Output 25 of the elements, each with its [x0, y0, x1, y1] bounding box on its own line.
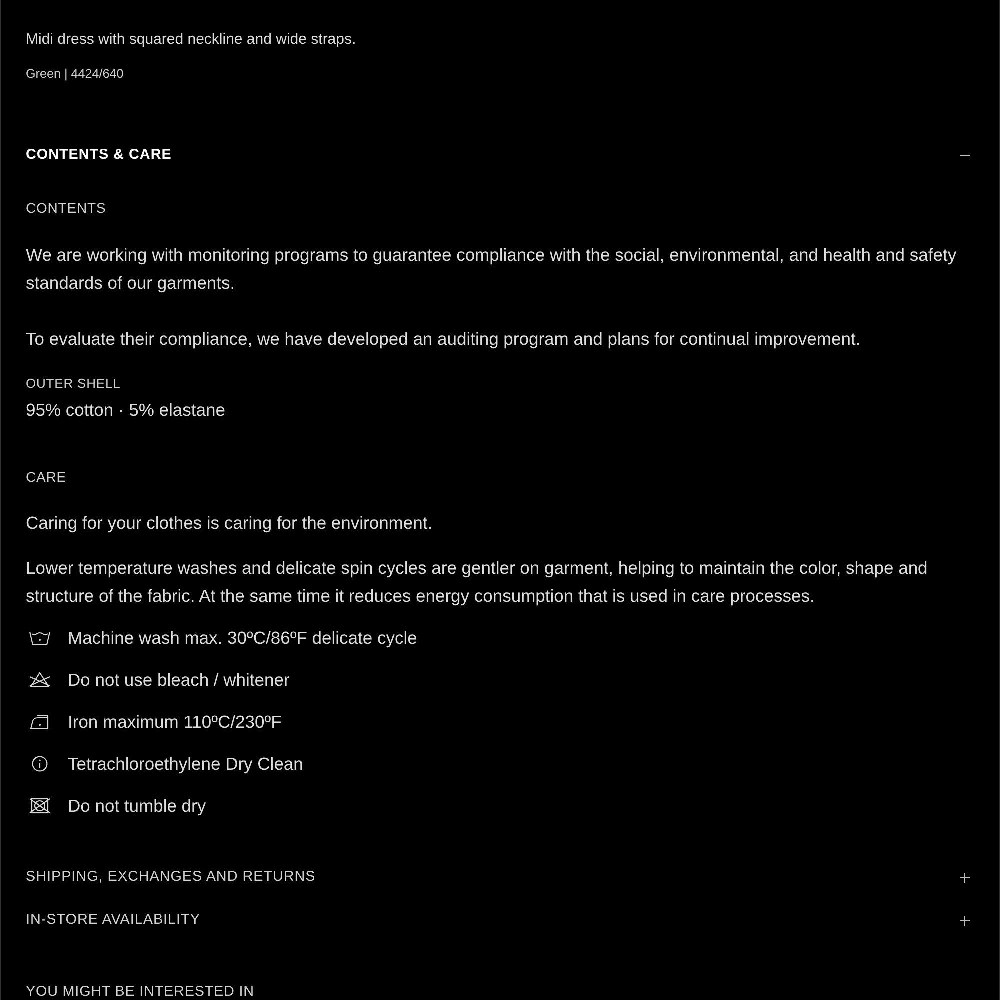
machine-wash-icon — [29, 630, 51, 646]
subsection-heading: CARE — [26, 468, 68, 487]
recommendations-heading: YOU MIGHT BE INTERESTED IN — [26, 985, 256, 999]
iron-icon — [29, 714, 51, 730]
care-instruction: Tetrachloroethylene Dry Clean — [68, 753, 304, 776]
care-instruction: Do not use bleach / whitener — [68, 669, 290, 692]
plus-icon — [960, 872, 970, 882]
care-instruction: Iron maximum 110ºC/230ºF — [68, 711, 282, 734]
care-instruction: Machine wash max. 30ºC/86ºF delicate cycle — [68, 627, 418, 650]
product-description: Midi dress with squared neckline and wide straps. — [26, 30, 358, 50]
color-reference: Green | 4424/640 — [26, 66, 125, 82]
accordion-header[interactable]: IN-STORE AVAILABILITY — [26, 899, 974, 942]
subsection-heading: CONTENTS — [26, 199, 108, 218]
accordion-header[interactable]: SHIPPING, EXCHANGES AND RETURNS — [26, 856, 974, 899]
body-paragraph: Caring for your clothes is caring for the environment. — [26, 512, 434, 535]
body-paragraph: We are working with monitoring programs to guarantee compliance with the social, environmental, and health and safety standards of our garments. — [26, 244, 958, 295]
no-tumble-dry-icon — [29, 798, 51, 814]
body-paragraph: Lower temperature washes and delicate spin cycles are gentler on garment, helping to maintain the color, shape and structure of the fabric. At the same time it reduces energy consumption that is used in care processes. — [26, 557, 929, 608]
composition-label: OUTER SHELL — [26, 375, 122, 393]
plus-icon — [960, 916, 970, 926]
body-paragraph: To evaluate their compliance, we have developed an auditing program and plans for continual improvement. — [26, 328, 862, 351]
composition-value: 95% cotton · 5% elastane — [26, 399, 226, 422]
no-bleach-icon — [29, 672, 51, 688]
accordion-header[interactable]: CONTENTS & CARE — [26, 134, 974, 177]
care-instruction: Do not tumble dry — [68, 795, 206, 818]
